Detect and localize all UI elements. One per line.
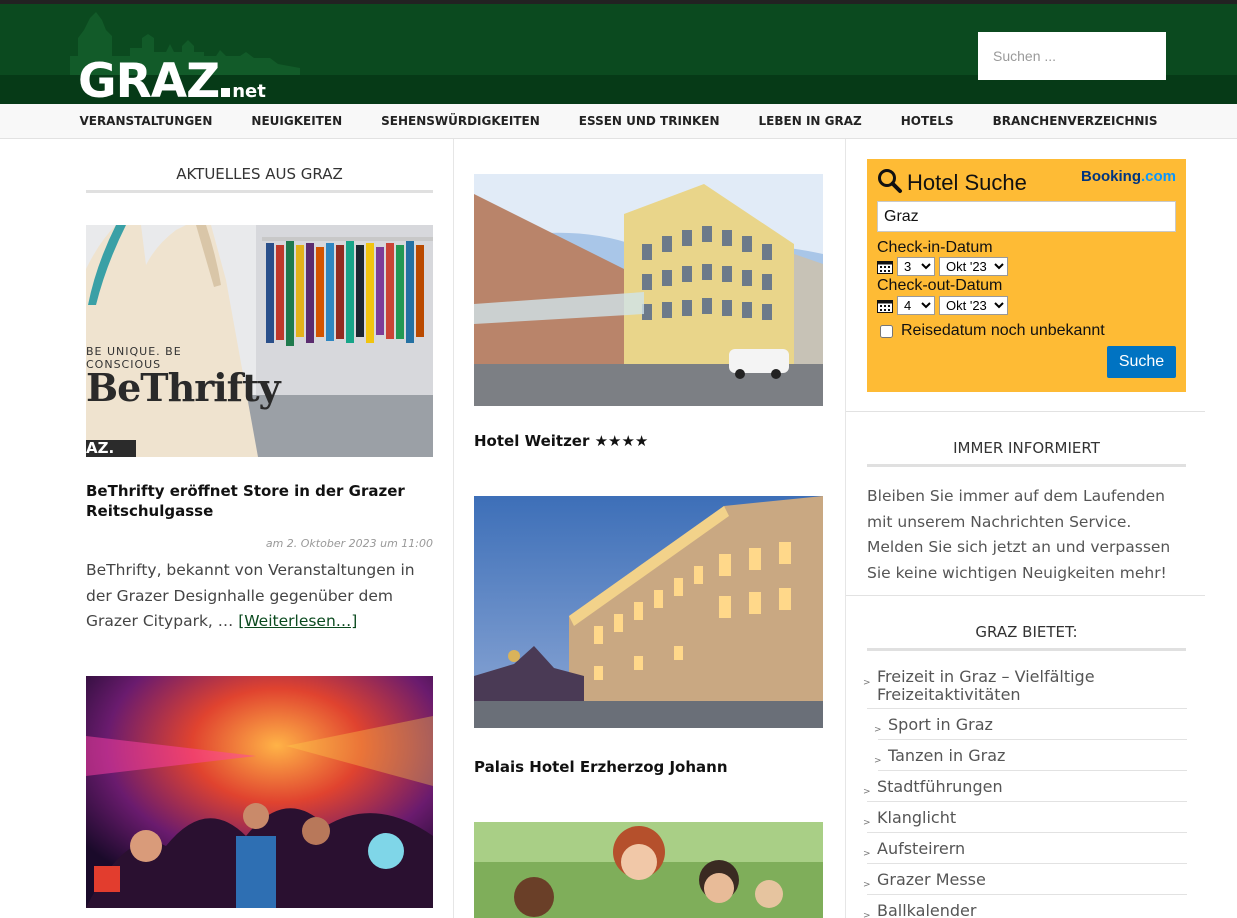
hotel-search-widget: Hotel Suche Booking.com Check-in-Datum 3… bbox=[867, 159, 1186, 392]
post-thumbnail-hotel-weitzer[interactable] bbox=[474, 174, 823, 406]
booking-logo: Booking.com bbox=[1080, 168, 1176, 185]
menu-item-klanglicht[interactable]: > Klanglicht bbox=[863, 802, 1187, 833]
checkout-month-select[interactable]: Okt '23 bbox=[939, 296, 1008, 315]
search-icon bbox=[878, 169, 902, 193]
logo-dot bbox=[221, 88, 231, 97]
column-divider-left bbox=[453, 139, 454, 918]
checkout-label: Check-out-Datum bbox=[877, 277, 1003, 294]
site-header: GRAZ net bbox=[0, 4, 1237, 104]
checkout-row: 4 Okt '23 bbox=[877, 296, 1008, 315]
nav-item-sehenswuerdigkeiten[interactable]: SEHENSWÜRDIGKEITEN bbox=[362, 114, 560, 128]
checkin-day-select[interactable]: 3 bbox=[897, 257, 935, 276]
post-thumbnail-family[interactable] bbox=[474, 822, 823, 918]
calendar-icon[interactable] bbox=[877, 260, 893, 274]
nav-item-veranstaltungen[interactable]: VERANSTALTUNGEN bbox=[60, 114, 232, 128]
widget-title-rule bbox=[867, 464, 1186, 467]
widget-title-rule bbox=[867, 648, 1186, 651]
nav-item-leben-in-graz[interactable]: LEBEN IN GRAZ bbox=[739, 114, 881, 128]
checkout-day-select[interactable]: 4 bbox=[897, 296, 935, 315]
post-title-palais-hotel[interactable]: Palais Hotel Erzherzog Johann bbox=[474, 757, 823, 777]
image-watermark: AZ. bbox=[86, 439, 115, 457]
chevron-right-icon: > bbox=[863, 787, 871, 797]
nav-item-hotels[interactable]: HOTELS bbox=[881, 114, 973, 128]
unknown-dates-label: Reisedatum noch unbekannt bbox=[901, 322, 1105, 339]
post-title-hotel-weitzer[interactable]: Hotel Weitzer ★★★★ bbox=[474, 431, 823, 451]
checkin-month-select[interactable]: Okt '23 bbox=[939, 257, 1008, 276]
main-nav: VERANSTALTUNGEN NEUIGKEITEN SEHENSWÜRDIG… bbox=[0, 104, 1237, 139]
chevron-right-icon: > bbox=[863, 818, 871, 828]
chevron-right-icon: > bbox=[863, 849, 871, 859]
hotel-search-title: Hotel Suche bbox=[907, 170, 1027, 195]
logo-suffix: net bbox=[232, 81, 266, 102]
read-more-link[interactable]: [Weiterlesen…] bbox=[238, 612, 357, 630]
chevron-right-icon: > bbox=[863, 678, 871, 688]
graz-bietet-menu: > Freizeit in Graz – Vielfältige Freizei… bbox=[863, 664, 1187, 918]
destination-input[interactable] bbox=[877, 201, 1176, 232]
site-logo[interactable]: GRAZ net bbox=[78, 58, 266, 104]
chevron-right-icon: > bbox=[863, 911, 871, 918]
sidebar-divider bbox=[846, 411, 1205, 412]
menu-item-ballkalender[interactable]: > Ballkalender bbox=[863, 895, 1187, 918]
menu-item-sport[interactable]: > Sport in Graz bbox=[874, 709, 1187, 740]
chevron-right-icon: > bbox=[874, 725, 882, 735]
checkin-row: 3 Okt '23 bbox=[877, 257, 1008, 276]
menu-item-tanzen[interactable]: > Tanzen in Graz bbox=[874, 740, 1187, 771]
post-thumbnail-party[interactable] bbox=[86, 676, 433, 908]
chevron-right-icon: > bbox=[863, 880, 871, 890]
widget-title-newsletter: IMMER INFORMIERT bbox=[953, 439, 1100, 457]
post-date: am 2. Oktober 2023 um 11:00 bbox=[265, 537, 433, 550]
post-thumbnail-bethrifty[interactable]: BE UNIQUE. BE CONSCIOUS BeThrifty AZ. bbox=[86, 225, 433, 457]
nav-item-neuigkeiten[interactable]: NEUIGKEITEN bbox=[232, 114, 362, 128]
newsletter-text: Bleiben Sie immer auf dem Laufenden mit … bbox=[867, 487, 1171, 582]
menu-item-stadtfuehrungen[interactable]: > Stadtführungen bbox=[863, 771, 1187, 802]
hotel-search-button[interactable]: Suche bbox=[1107, 346, 1176, 378]
calendar-icon[interactable] bbox=[877, 299, 893, 313]
bag-logo-text: BeThrifty bbox=[86, 365, 281, 410]
nav-item-essen-und-trinken[interactable]: ESSEN UND TRINKEN bbox=[559, 114, 739, 128]
column-divider-right bbox=[845, 139, 846, 918]
menu-item-grazer-messe[interactable]: > Grazer Messe bbox=[863, 864, 1187, 895]
post-thumbnail-palais-hotel[interactable] bbox=[474, 496, 823, 728]
widget-title-aktuelles: AKTUELLES AUS GRAZ bbox=[176, 165, 343, 183]
menu-item-freizeit[interactable]: > Freizeit in Graz – Vielfältige Freizei… bbox=[863, 664, 1187, 709]
unknown-dates-option[interactable]: Reisedatum noch unbekannt bbox=[880, 322, 1105, 340]
search-input[interactable] bbox=[978, 32, 1166, 80]
widget-title-rule bbox=[86, 190, 433, 193]
unknown-dates-checkbox[interactable] bbox=[880, 324, 893, 338]
nav-item-branchenverzeichnis[interactable]: BRANCHENVERZEICHNIS bbox=[973, 114, 1177, 128]
checkin-label: Check-in-Datum bbox=[877, 239, 993, 256]
post-title-bethrifty[interactable]: BeThrifty eröffnet Store in der Grazer R… bbox=[86, 481, 433, 521]
post-excerpt: BeThrifty, bekannt von Veranstaltungen i… bbox=[86, 558, 433, 635]
sidebar-divider bbox=[846, 595, 1205, 596]
widget-title-graz-bietet: GRAZ BIETET: bbox=[975, 623, 1078, 641]
chevron-right-icon: > bbox=[874, 756, 882, 766]
menu-item-aufsteirern[interactable]: > Aufsteirern bbox=[863, 833, 1187, 864]
